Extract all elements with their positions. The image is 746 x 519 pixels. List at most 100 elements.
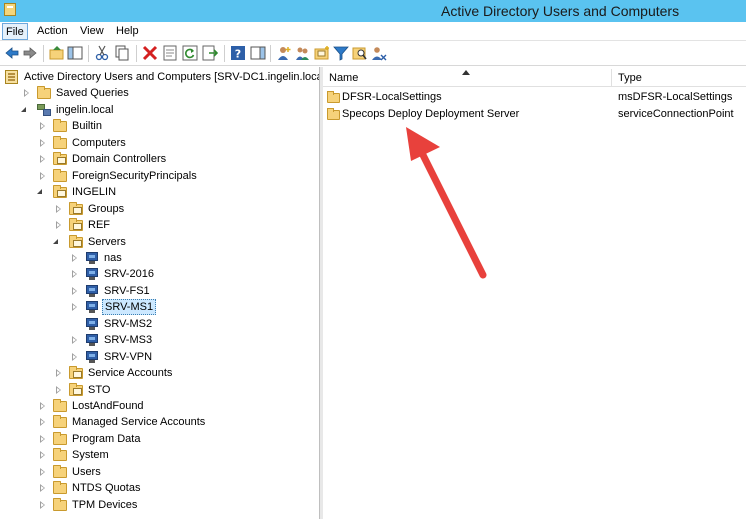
expand-arrow-icon[interactable] <box>40 500 45 509</box>
tree-item[interactable]: INGELIN <box>0 184 319 200</box>
filter-icon[interactable] <box>333 45 349 61</box>
add-to-group-icon[interactable] <box>371 45 387 61</box>
new-ou-icon[interactable] <box>314 45 330 61</box>
tree-item-label: Users <box>72 465 101 478</box>
cut-icon[interactable] <box>94 45 110 61</box>
expand-arrow-icon[interactable] <box>40 122 45 131</box>
tree-item-label: SRV-VPN <box>104 350 153 363</box>
toolbar: ? <box>0 41 746 66</box>
tree-item-label: SRV-MS2 <box>104 317 153 330</box>
tree-item[interactable]: NTDS Quotas <box>0 480 319 496</box>
tree-item[interactable]: Builtin <box>0 118 319 134</box>
properties-icon[interactable] <box>162 45 178 61</box>
expand-arrow-icon[interactable] <box>40 402 45 410</box>
ou-icon <box>69 201 83 215</box>
tree-item[interactable]: SRV-2016 <box>0 266 319 282</box>
menu-action[interactable]: Action <box>34 23 71 40</box>
tree-item-label: Saved Queries <box>56 87 129 100</box>
expand-arrow-icon[interactable] <box>56 369 61 378</box>
menu-file[interactable]: File <box>2 23 28 40</box>
tree-item[interactable]: SRV-VPN <box>0 349 319 365</box>
expand-arrow-icon[interactable] <box>24 89 29 98</box>
tree-item[interactable]: Service Accounts <box>0 365 319 381</box>
tree-item-label: nas <box>104 251 122 264</box>
tree-item[interactable]: SRV-FS1 <box>0 283 319 299</box>
tree-item[interactable]: SRV-MS3 <box>0 332 319 348</box>
tree-item[interactable]: ForeignSecurityPrincipals <box>0 168 319 184</box>
collapse-arrow-icon[interactable] <box>53 238 58 244</box>
action-pane-icon[interactable] <box>250 45 266 61</box>
expand-arrow-icon[interactable] <box>56 204 61 213</box>
tree-item[interactable]: Active Directory Users and Computers [SR… <box>0 69 319 85</box>
tree-item[interactable]: nas <box>0 250 319 266</box>
copy-icon[interactable] <box>114 45 130 61</box>
expand-arrow-icon[interactable] <box>40 484 45 493</box>
expand-arrow-icon[interactable] <box>40 451 45 460</box>
new-user-icon[interactable] <box>276 45 292 61</box>
tree-item[interactable]: LostAndFound <box>0 398 319 414</box>
export-list-icon[interactable] <box>202 45 218 61</box>
delete-icon[interactable] <box>142 45 158 61</box>
expand-arrow-icon[interactable] <box>56 385 61 394</box>
help-icon[interactable]: ? <box>230 45 246 61</box>
expand-arrow-icon[interactable] <box>72 270 77 279</box>
tree-item[interactable]: REF <box>0 217 319 233</box>
expand-arrow-icon[interactable] <box>40 418 45 427</box>
menu-help[interactable]: Help <box>113 23 142 40</box>
tree-item[interactable]: SRV-MS2 <box>0 316 319 332</box>
expand-arrow-icon[interactable] <box>72 336 77 345</box>
console-tree[interactable]: Active Directory Users and Computers [SR… <box>0 67 320 519</box>
menu-view[interactable]: View <box>77 23 107 40</box>
folder-icon <box>53 415 67 429</box>
toolbar-separator <box>136 45 137 62</box>
collapse-arrow-icon[interactable] <box>21 106 26 112</box>
forward-icon[interactable] <box>22 45 38 61</box>
tree-item-label: SRV-2016 <box>104 268 154 281</box>
expand-arrow-icon[interactable] <box>40 138 45 147</box>
computer-icon <box>85 350 99 363</box>
expand-arrow-icon[interactable] <box>56 221 61 230</box>
computer-icon <box>85 334 99 347</box>
expand-arrow-icon[interactable] <box>72 253 77 262</box>
details-pane[interactable]: Name Type DFSR-LocalSettings msDFSR-Loca… <box>323 67 746 519</box>
expand-arrow-icon[interactable] <box>40 171 45 180</box>
tree-item-label: Computers <box>72 136 126 149</box>
folder-icon <box>53 497 67 511</box>
domain-icon <box>37 103 52 117</box>
ou-icon <box>69 234 83 248</box>
expand-arrow-icon[interactable] <box>40 155 45 164</box>
expand-arrow-icon[interactable] <box>40 434 45 443</box>
back-icon[interactable] <box>4 45 20 61</box>
folder-icon <box>53 399 67 412</box>
expand-arrow-icon[interactable] <box>72 352 77 361</box>
tree-item[interactable]: TPM Devices <box>0 497 319 513</box>
up-folder-icon[interactable] <box>49 45 65 61</box>
refresh-icon[interactable] <box>182 45 198 61</box>
tree-item[interactable]: Domain Controllers <box>0 151 319 167</box>
expand-arrow-icon[interactable] <box>40 467 45 476</box>
find-icon[interactable] <box>352 45 368 61</box>
app-icon[interactable] <box>4 3 16 16</box>
new-group-icon[interactable] <box>295 45 311 61</box>
tree-item[interactable]: System <box>0 447 319 463</box>
tree-item-label: ingelin.local <box>56 103 114 116</box>
tree-item[interactable]: Computers <box>0 135 319 151</box>
tree-item[interactable]: ingelin.local <box>0 102 319 118</box>
folder-icon <box>37 86 51 100</box>
tree-item[interactable]: Saved Queries <box>0 85 319 101</box>
expand-arrow-icon[interactable] <box>72 303 77 312</box>
expand-arrow-icon[interactable] <box>72 286 77 295</box>
collapse-arrow-icon[interactable] <box>37 189 42 195</box>
tree-item[interactable]: SRV-MS1 <box>0 299 319 316</box>
tree-item[interactable]: Groups <box>0 201 319 217</box>
root-icon <box>5 70 18 84</box>
svg-text:?: ? <box>235 48 241 61</box>
tree-item[interactable]: Program Data <box>0 431 319 447</box>
show-hide-console-tree-icon[interactable] <box>67 45 83 61</box>
tree-item-label: System <box>72 449 109 462</box>
tree-item[interactable]: Managed Service Accounts <box>0 414 319 430</box>
tree-item[interactable]: STO <box>0 382 319 398</box>
tree-item[interactable]: Users <box>0 464 319 480</box>
tree-item[interactable]: Servers <box>0 234 319 250</box>
tree-item-label: SRV-MS1 <box>102 299 157 316</box>
